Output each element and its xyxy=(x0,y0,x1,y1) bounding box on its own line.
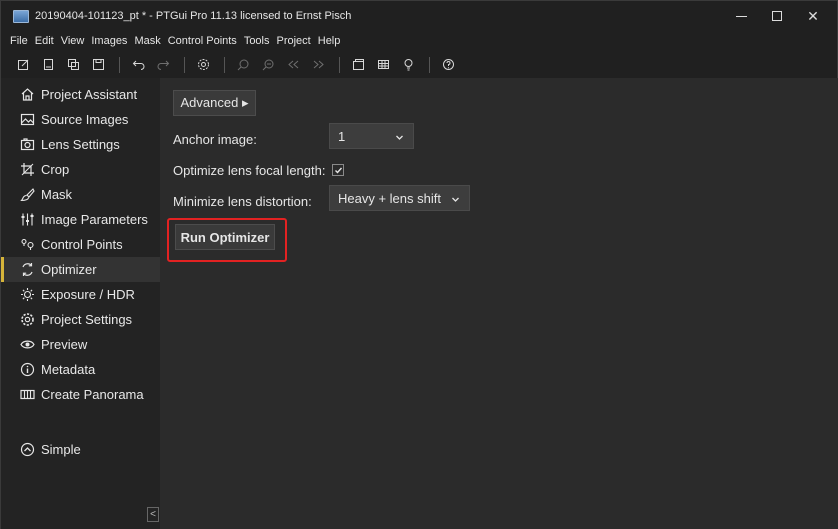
optimize-focal-length-checkbox[interactable] xyxy=(332,164,344,176)
sidebar-item-exposure-hdr[interactable]: Exposure / HDR xyxy=(1,282,160,307)
menu-edit[interactable]: Edit xyxy=(35,35,54,47)
anchor-image-select[interactable]: 1 xyxy=(329,123,414,149)
sidebar-item-preview[interactable]: Preview xyxy=(1,332,160,357)
toolbar-separator xyxy=(429,56,430,73)
collapse-sidebar-button[interactable]: < xyxy=(147,507,159,522)
app-icon xyxy=(13,9,29,23)
save-as-icon[interactable] xyxy=(67,58,80,71)
title-bar: 20190404-101123_pt * - PTGui Pro 11.13 l… xyxy=(1,1,837,31)
menu-view[interactable]: View xyxy=(61,35,85,47)
maximize-icon xyxy=(772,11,782,21)
zoom-in-icon[interactable] xyxy=(237,58,250,71)
sidebar-item-crop[interactable]: Crop xyxy=(1,157,160,182)
chevron-up-circle-icon xyxy=(19,442,35,458)
undo-icon[interactable] xyxy=(132,58,145,71)
optimizer-icon xyxy=(19,262,35,278)
window-title: 20190404-101123_pt * - PTGui Pro 11.13 l… xyxy=(35,10,352,22)
eye-icon xyxy=(19,337,35,353)
chevron-down-icon xyxy=(451,191,460,207)
close-button[interactable]: ✕ xyxy=(795,1,831,31)
menu-project[interactable]: Project xyxy=(277,35,311,47)
toolbar-separator xyxy=(224,56,225,73)
active-marker xyxy=(1,257,4,282)
info-icon xyxy=(19,362,35,378)
menu-bar: File Edit View Images Mask Control Point… xyxy=(1,31,837,51)
toolbar-separator xyxy=(119,56,120,73)
redo-icon[interactable] xyxy=(157,58,170,71)
crop-icon xyxy=(19,162,35,178)
panorama-editor-icon[interactable] xyxy=(352,58,365,71)
sidebar-item-project-settings[interactable]: Project Settings xyxy=(1,307,160,332)
menu-mask[interactable]: Mask xyxy=(134,35,160,47)
sliders-icon xyxy=(19,212,35,228)
sidebar-item-lens-settings[interactable]: Lens Settings xyxy=(1,132,160,157)
home-icon xyxy=(19,87,35,103)
checkmark-icon xyxy=(334,167,342,174)
advanced-button[interactable]: Advanced ▸ xyxy=(173,90,256,116)
help-icon[interactable] xyxy=(442,58,455,71)
maximize-button[interactable] xyxy=(759,1,795,31)
toolbar-separator xyxy=(339,56,340,73)
new-project-icon[interactable] xyxy=(17,58,30,71)
menu-tools[interactable]: Tools xyxy=(244,35,270,47)
menu-control-points[interactable]: Control Points xyxy=(168,35,237,47)
sidebar-item-create-panorama[interactable]: Create Panorama xyxy=(1,382,160,407)
menu-help[interactable]: Help xyxy=(318,35,341,47)
optimize-focal-length-label: Optimize lens focal length: xyxy=(173,163,326,178)
toolbar-separator xyxy=(184,56,185,73)
image-icon xyxy=(19,112,35,128)
run-optimizer-button[interactable]: Run Optimizer xyxy=(175,224,275,250)
sidebar-item-mask[interactable]: Mask xyxy=(1,182,160,207)
brush-icon xyxy=(19,187,35,203)
control-points-icon xyxy=(19,237,35,253)
anchor-image-value: 1 xyxy=(338,128,346,144)
minimize-distortion-value: Heavy + lens shift xyxy=(338,190,441,206)
sidebar-item-control-points[interactable]: Control Points xyxy=(1,232,160,257)
minimize-icon xyxy=(735,15,747,17)
simple-mode-toggle[interactable]: Simple xyxy=(1,437,160,462)
sidebar-item-project-assistant[interactable]: Project Assistant xyxy=(1,82,160,107)
sidebar-item-optimizer[interactable]: Optimizer xyxy=(1,257,160,282)
save-icon[interactable] xyxy=(92,58,105,71)
optimizer-panel: Advanced ▸ Anchor image: 1 Optimize lens… xyxy=(160,78,838,529)
zoom-out-icon[interactable] xyxy=(262,58,275,71)
minimize-button[interactable] xyxy=(723,1,759,31)
lightbulb-icon[interactable] xyxy=(402,58,415,71)
settings-icon[interactable] xyxy=(197,58,210,71)
panorama-icon xyxy=(19,387,35,403)
prev-icon[interactable] xyxy=(287,58,300,71)
ptgui-window: 20190404-101123_pt * - PTGui Pro 11.13 l… xyxy=(0,0,838,529)
sidebar-nav: Project Assistant Source Images Lens Set… xyxy=(1,78,160,529)
sun-icon xyxy=(19,287,35,303)
menu-images[interactable]: Images xyxy=(91,35,127,47)
sidebar-item-source-images[interactable]: Source Images xyxy=(1,107,160,132)
anchor-image-label: Anchor image: xyxy=(173,132,257,147)
gear-icon xyxy=(19,312,35,328)
camera-icon xyxy=(19,137,35,153)
sidebar-item-metadata[interactable]: Metadata xyxy=(1,357,160,382)
table-icon[interactable] xyxy=(377,58,390,71)
toolbar xyxy=(1,51,837,78)
open-icon[interactable] xyxy=(42,58,55,71)
chevron-down-icon xyxy=(395,129,404,145)
next-icon[interactable] xyxy=(312,58,325,71)
menu-file[interactable]: File xyxy=(10,35,28,47)
sidebar-item-image-parameters[interactable]: Image Parameters xyxy=(1,207,160,232)
minimize-distortion-label: Minimize lens distortion: xyxy=(173,194,312,209)
minimize-distortion-select[interactable]: Heavy + lens shift xyxy=(329,185,470,211)
